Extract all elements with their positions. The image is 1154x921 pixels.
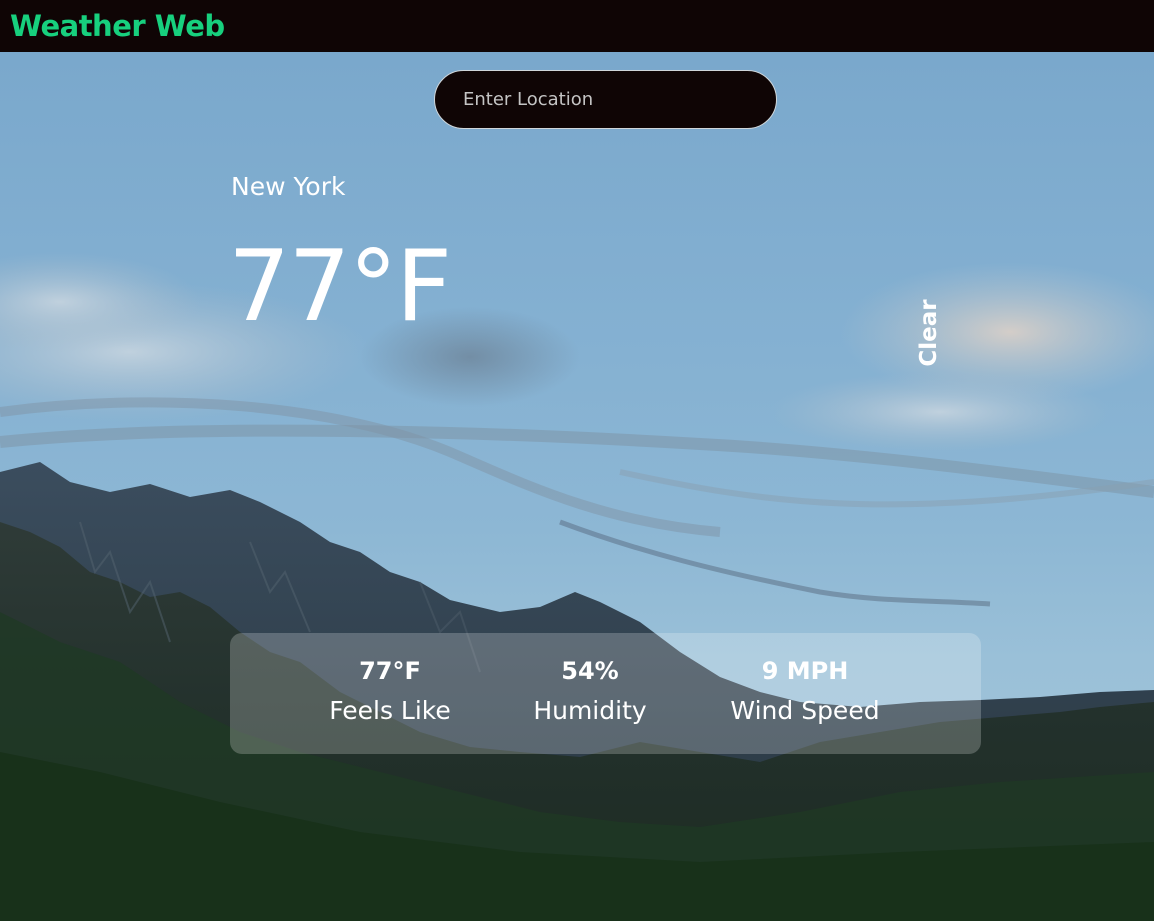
weather-condition: Clear: [916, 299, 942, 367]
feels-like-stat: 77°F Feels Like: [310, 655, 470, 729]
feels-like-label: Feels Like: [329, 696, 451, 725]
wind-speed-stat: 9 MPH Wind Speed: [710, 655, 900, 729]
feels-like-value: 77°F: [359, 657, 421, 685]
wind-speed-value: 9 MPH: [761, 657, 849, 685]
weather-stats-panel: 77°F Feels Like 54% Humidity 9 MPH Wind …: [230, 633, 981, 754]
app-title: Weather Web: [10, 9, 225, 43]
humidity-value: 54%: [561, 657, 619, 685]
top-bar: Weather Web: [0, 0, 1154, 52]
wind-speed-label: Wind Speed: [730, 696, 880, 725]
background-landscape: [0, 52, 1154, 921]
location-search-input[interactable]: [434, 70, 777, 129]
mountain-background-image: [0, 252, 1154, 921]
humidity-stat: 54% Humidity: [520, 655, 660, 729]
humidity-label: Humidity: [533, 696, 647, 725]
location-name: New York: [231, 172, 346, 201]
current-temperature: 77°F: [228, 230, 452, 344]
